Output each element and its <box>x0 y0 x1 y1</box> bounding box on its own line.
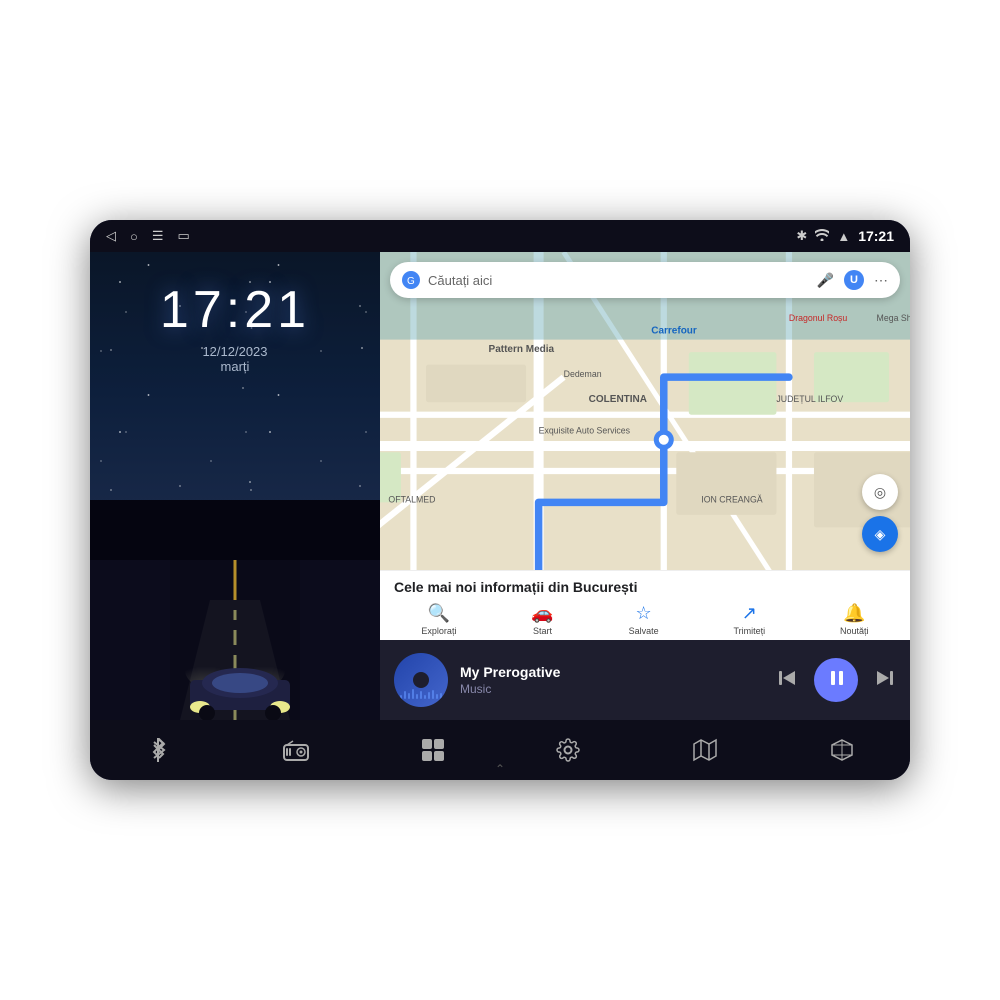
svg-text:Carrefour: Carrefour <box>651 325 697 336</box>
svg-text:Exquisite Auto Services: Exquisite Auto Services <box>539 425 631 435</box>
lock-screen-time: 17:21 <box>160 280 310 340</box>
lock-screen-day: marți <box>221 359 250 374</box>
bluetooth-icon: ✱ <box>796 228 807 244</box>
maps-nav-items: 🔍 Explorați 🚗 Start ☆ Salvate ↗ <box>380 603 910 636</box>
maps-info-text: Cele mai noi informații din București <box>380 579 910 603</box>
account-icon[interactable]: U <box>844 270 864 290</box>
music-subtitle: Music <box>460 682 764 696</box>
lock-screen-date: 12/12/2023 <box>202 344 267 359</box>
car-tunnel-image <box>90 500 380 720</box>
share-icon: ↗ <box>742 603 757 624</box>
bottom-navigation: ⌃ <box>90 720 910 780</box>
share-label: Trimiteți <box>733 626 765 636</box>
start-label: Start <box>533 626 552 636</box>
my-location-button[interactable]: ◈ <box>862 516 898 552</box>
maps-nav-explore[interactable]: 🔍 Explorați <box>421 603 456 636</box>
layers-icon: ◎ <box>874 484 886 501</box>
maps-nav-saved[interactable]: ☆ Salvate <box>629 603 659 636</box>
cube-nav-icon <box>830 738 854 762</box>
saved-label: Salvate <box>629 626 659 636</box>
radio-nav-icon <box>283 739 309 761</box>
status-time: 17:21 <box>858 228 894 244</box>
settings-nav-icon <box>556 738 580 762</box>
svg-text:Mega Shop: Mega Shop <box>877 313 910 323</box>
bottom-nav-radio[interactable] <box>283 739 309 761</box>
music-waveform <box>394 685 448 699</box>
bluetooth-nav-icon <box>146 738 170 762</box>
main-content: 17:21 12/12/2023 marți <box>90 252 910 720</box>
bottom-chevron-icon: ⌃ <box>495 762 505 776</box>
status-bar: ◁ ○ ☰ ▭ ✱ ▲ 17:21 <box>90 220 910 252</box>
music-album-art <box>394 653 448 707</box>
svg-text:Dragonul Roșu: Dragonul Roșu <box>789 313 847 323</box>
next-track-button[interactable] <box>874 667 896 694</box>
map-layers-button[interactable]: ◎ <box>862 474 898 510</box>
lock-screen-panel: 17:21 12/12/2023 marți <box>90 252 380 720</box>
play-pause-button[interactable] <box>814 658 858 702</box>
bottom-nav-bluetooth[interactable] <box>146 738 170 762</box>
voice-search-icon[interactable]: 🎤 <box>817 272 834 289</box>
search-placeholder-text: Căutați aici <box>428 273 809 288</box>
nav-buttons: ◁ ○ ☰ ▭ <box>106 228 190 244</box>
right-panel: COLENTINA OFTALMED ION CREANGĂ JUDEȚUL I… <box>380 252 910 720</box>
music-controls <box>776 658 896 702</box>
map-area[interactable]: COLENTINA OFTALMED ION CREANGĂ JUDEȚUL I… <box>380 252 910 640</box>
map-search-bar[interactable]: G Căutați aici 🎤 U ⋯ <box>390 262 900 298</box>
more-options-icon[interactable]: ⋯ <box>874 272 888 289</box>
start-icon: 🚗 <box>531 603 553 624</box>
svg-text:Pattern Media: Pattern Media <box>489 344 555 355</box>
google-maps-icon: G <box>402 271 420 289</box>
svg-text:Dedeman: Dedeman <box>564 369 602 379</box>
prev-track-button[interactable] <box>776 667 798 694</box>
maps-bottom-bar: Cele mai noi informații din București 🔍 … <box>380 570 910 640</box>
bottom-nav-settings[interactable] <box>556 738 580 762</box>
back-icon[interactable]: ◁ <box>106 228 116 244</box>
signal-icon: ▲ <box>837 229 850 244</box>
explore-label: Explorați <box>421 626 456 636</box>
bottom-nav-cube[interactable] <box>830 738 854 762</box>
play-pause-icon <box>827 668 847 693</box>
screenshot-icon[interactable]: ▭ <box>178 228 190 244</box>
music-info: My Prerogative Music <box>460 664 764 696</box>
music-player: My Prerogative Music <box>380 640 910 720</box>
status-indicators: ✱ ▲ 17:21 <box>796 228 894 244</box>
maps-nav-share[interactable]: ↗ Trimiteți <box>733 603 765 636</box>
bottom-nav-maps[interactable] <box>693 738 717 762</box>
location-icon: ◈ <box>875 526 886 543</box>
maps-nav-start[interactable]: 🚗 Start <box>531 603 553 636</box>
svg-text:G: G <box>407 276 415 287</box>
car-display: ◁ ○ ☰ ▭ ✱ ▲ 17:21 17:21 12/12/2023 marți <box>90 220 910 780</box>
svg-text:COLENTINA: COLENTINA <box>589 394 647 405</box>
maps-nav-news[interactable]: 🔔 Noutăți <box>840 603 869 636</box>
explore-icon: 🔍 <box>428 603 450 624</box>
svg-text:JUDEȚUL ILFOV: JUDEȚUL ILFOV <box>776 394 843 404</box>
search-action-icons: 🎤 U ⋯ <box>817 270 888 290</box>
news-icon: 🔔 <box>843 603 865 624</box>
music-title: My Prerogative <box>460 664 764 680</box>
menu-icon[interactable]: ☰ <box>152 228 164 244</box>
saved-icon: ☆ <box>636 603 652 624</box>
grid-apps-icon <box>422 739 444 761</box>
wifi-icon <box>815 229 829 244</box>
news-label: Noutăți <box>840 626 869 636</box>
svg-text:OFTALMED: OFTALMED <box>388 494 435 504</box>
svg-text:ION CREANGĂ: ION CREANGĂ <box>701 494 762 504</box>
maps-nav-icon <box>693 738 717 762</box>
home-icon[interactable]: ○ <box>130 229 138 244</box>
bottom-nav-apps[interactable] <box>422 739 444 761</box>
